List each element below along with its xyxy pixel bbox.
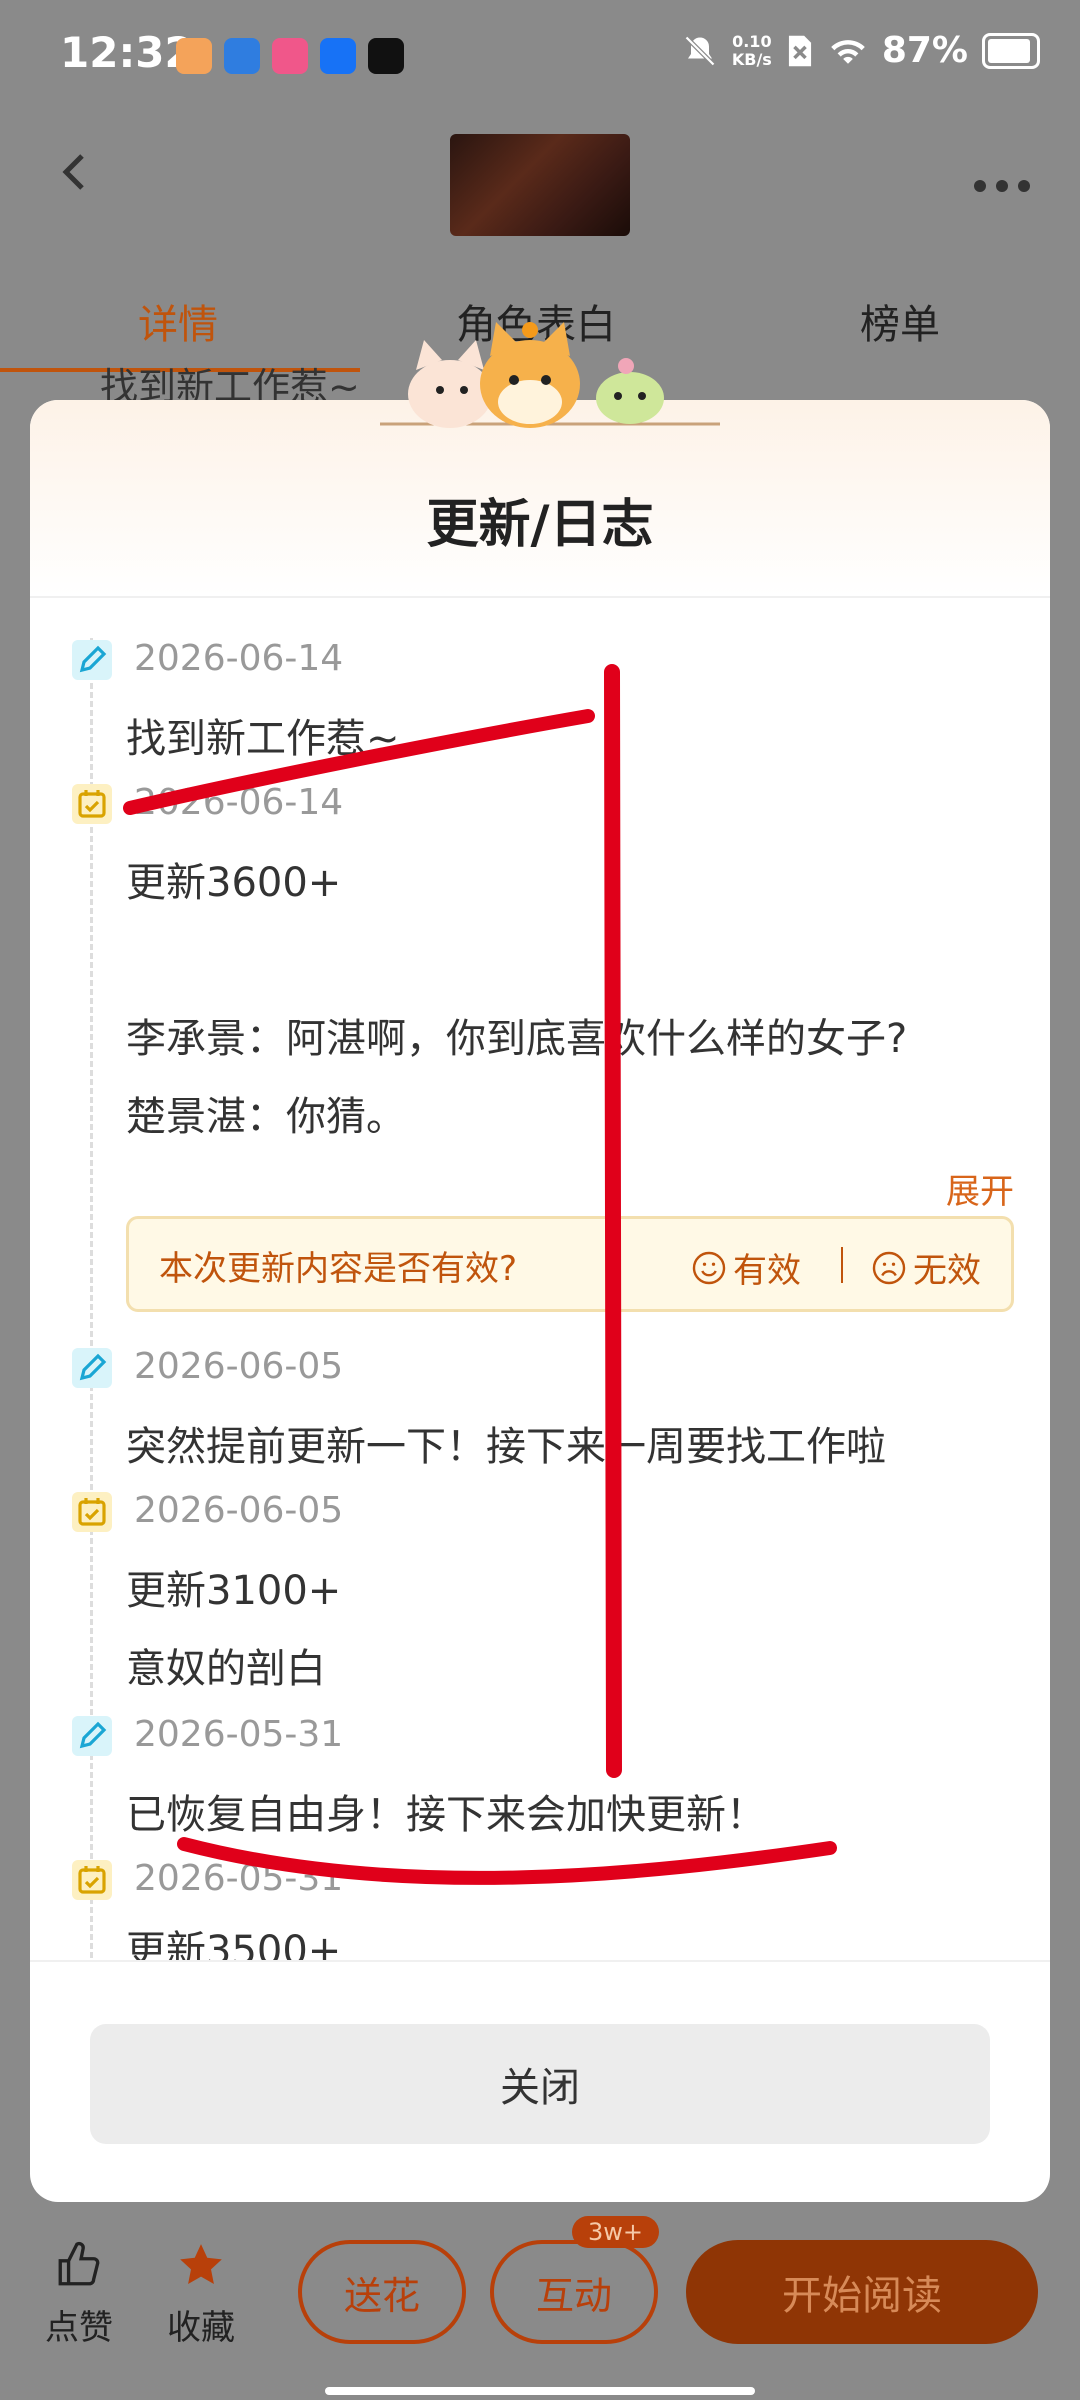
entry-date: 2026-05-31 (134, 1714, 344, 1755)
feedback-valid-label: 有效 (733, 1251, 801, 1291)
favorite-button[interactable]: 收藏 (156, 2240, 246, 2349)
thumbs-up-icon (58, 2241, 100, 2286)
calendar-icon (72, 1860, 112, 1900)
app-icon (224, 38, 260, 74)
app-icon (272, 38, 308, 74)
entry-text: 楚景湛：你猜。 (126, 1094, 406, 1140)
entry-text: 已恢复自由身！接下来会加快更新！ (126, 1792, 766, 1838)
status-bar: 12:32 0.10 KB/s 87% (0, 0, 1080, 110)
book-cover-thumbnail[interactable] (450, 134, 630, 236)
dialog-footer: 关闭 (30, 1960, 1050, 2202)
clock: 12:32 (60, 28, 194, 77)
more-menu-icon[interactable] (974, 180, 1030, 192)
start-reading-button[interactable]: 开始阅读 (686, 2240, 1038, 2344)
tab-details[interactable]: 详情 (138, 292, 218, 350)
close-button[interactable]: 关闭 (90, 2024, 990, 2144)
entry-text: 更新3100+ (126, 1568, 342, 1614)
entry-text: 意奴的剖白 (126, 1646, 326, 1692)
status-indicators: 0.10 KB/s 87% (682, 30, 1040, 71)
star-icon (180, 2244, 222, 2284)
entry-text: 李承景：阿湛啊，你到底喜欢什么样的女子? (126, 1016, 908, 1062)
network-speed-unit: KB/s (731, 49, 772, 69)
app-icon (320, 38, 356, 74)
dialog-title: 更新/日志 (426, 495, 654, 555)
notification-app-icons (176, 38, 404, 74)
feedback-valid-button[interactable]: 有效 (691, 1243, 801, 1292)
network-speed-value: 0.10 (732, 31, 772, 51)
app-icon (368, 38, 404, 74)
edit-icon (72, 1716, 112, 1756)
entry-date: 2026-06-14 (134, 638, 344, 679)
interact-label: 互动 (535, 2273, 612, 2318)
entry-text: 更新3500+ (126, 1928, 342, 1960)
close-label: 关闭 (500, 2065, 580, 2111)
mascot-cats-illustration (380, 322, 720, 428)
entry-date: 2026-06-05 (134, 1346, 344, 1387)
feedback-invalid-button[interactable]: 无效 (871, 1243, 981, 1292)
entry-text: 突然提前更新一下！接下来一周要找工作啦 (126, 1424, 886, 1470)
timeline-rail (90, 638, 93, 1958)
smile-face-icon (692, 1251, 726, 1284)
like-label: 点赞 (45, 2308, 113, 2348)
like-button[interactable]: 点赞 (34, 2240, 124, 2349)
back-arrow-icon[interactable] (56, 152, 96, 192)
interact-button[interactable]: 互动 (490, 2240, 658, 2344)
no-sim-icon (788, 35, 811, 66)
sad-face-icon (872, 1251, 906, 1284)
update-log-list[interactable]: 2026-06-14 找到新工作惹~ 2026-06-14 更新3600+ 李承… (30, 598, 1050, 1960)
edit-icon (72, 640, 112, 680)
send-flower-button[interactable]: 送花 (298, 2240, 466, 2344)
feedback-divider (841, 1247, 843, 1283)
entry-date: 2026-06-14 (134, 782, 344, 823)
interact-count-badge: 3w+ (572, 2216, 660, 2248)
battery-icon (982, 32, 1040, 69)
silent-bell-icon (684, 35, 715, 66)
calendar-icon (72, 784, 112, 824)
feedback-question: 本次更新内容是否有效? (159, 1249, 518, 1289)
update-log-dialog: 更新/日志 2026-06-14 找到新工作惹~ 2026-06-14 更新36… (30, 400, 1050, 2202)
wifi-icon (831, 39, 865, 64)
entry-text: 找到新工作惹~ (126, 716, 400, 762)
feedback-invalid-label: 无效 (913, 1251, 981, 1291)
book-header (0, 110, 1080, 260)
favorite-label: 收藏 (167, 2308, 235, 2348)
calendar-icon (72, 1492, 112, 1532)
entry-date: 2026-05-31 (134, 1858, 344, 1899)
expand-link[interactable]: 展开 (946, 1164, 1014, 1213)
tab-rankings[interactable]: 榜单 (860, 292, 940, 350)
bottom-action-bar: 点赞 收藏 送花 互动 3w+ 开始阅读 (0, 2190, 1080, 2400)
battery-percent: 87% (881, 30, 968, 71)
entry-date: 2026-06-05 (134, 1490, 344, 1531)
app-icon (176, 38, 212, 74)
home-indicator[interactable] (325, 2387, 755, 2395)
update-feedback-box: 本次更新内容是否有效? 有效 无效 (126, 1216, 1014, 1312)
entry-text: 更新3600+ (126, 860, 342, 906)
network-speed: 0.10 KB/s (731, 31, 772, 69)
send-flower-label: 送花 (343, 2273, 420, 2318)
start-reading-label: 开始阅读 (782, 2273, 942, 2319)
edit-icon (72, 1348, 112, 1388)
